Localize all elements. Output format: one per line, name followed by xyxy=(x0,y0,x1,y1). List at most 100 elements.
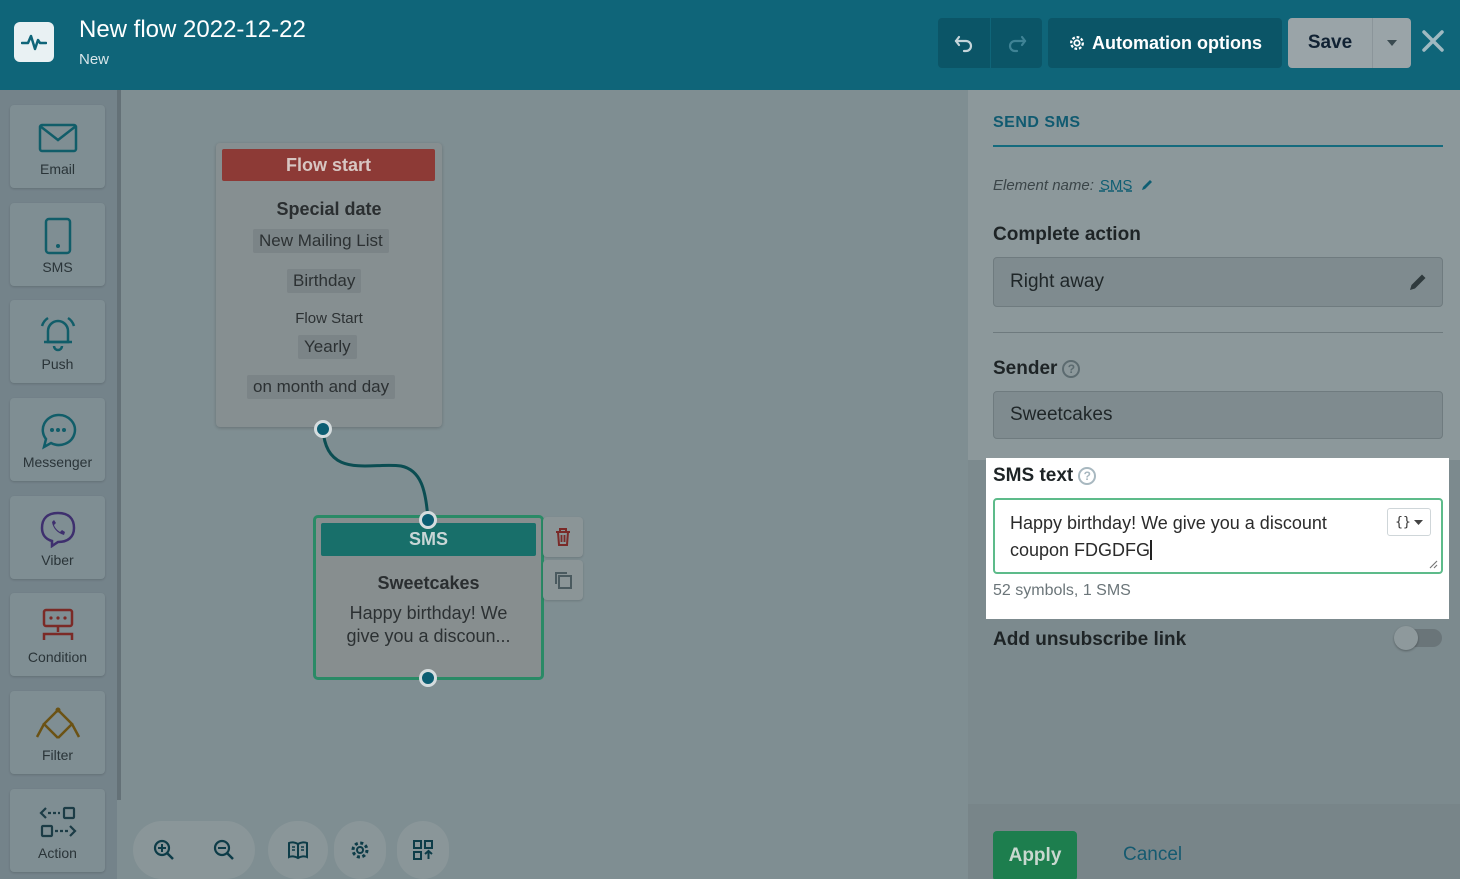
panel-title: SEND SMS xyxy=(993,114,1081,131)
sms-text-value: Happy birthday! We give you a discount c… xyxy=(1010,513,1327,560)
palette-messenger-label: Messenger xyxy=(22,453,93,470)
palette-email[interactable]: Email xyxy=(10,105,105,188)
phone-icon xyxy=(44,215,72,257)
canvas-settings-button[interactable] xyxy=(334,821,386,879)
flow-start-node[interactable]: Flow start Special date New Mailing List… xyxy=(216,143,442,427)
element-name-label: Element name: xyxy=(993,177,1094,194)
sms-text-input[interactable]: Happy birthday! We give you a discount c… xyxy=(993,498,1443,574)
panel-title-underline xyxy=(993,145,1443,147)
complete-action-field[interactable]: Right away xyxy=(993,257,1443,307)
unsubscribe-toggle[interactable] xyxy=(1394,626,1442,650)
sms-node-preview: Happy birthday! We give you a discoun... xyxy=(346,603,511,646)
element-name-value[interactable]: SMS xyxy=(1100,177,1133,194)
zoom-out-button[interactable] xyxy=(194,821,254,879)
flow-start-list-chip: New Mailing List xyxy=(253,229,389,253)
sms-node-sender: Sweetcakes xyxy=(377,573,480,593)
palette-action[interactable]: Action xyxy=(10,789,105,872)
palette-push-label: Push xyxy=(41,355,74,372)
chat-icon xyxy=(39,410,77,452)
palette-email-label: Email xyxy=(39,160,75,177)
sender-field[interactable]: Sweetcakes xyxy=(993,391,1443,439)
toggle-knob xyxy=(1394,626,1418,650)
action-icon xyxy=(38,801,78,843)
palette-messenger[interactable]: Messenger xyxy=(10,398,105,481)
condition-icon xyxy=(38,605,78,647)
help-icon[interactable]: ? xyxy=(1062,360,1081,378)
edit-pencil-icon[interactable] xyxy=(1408,272,1428,292)
text-cursor xyxy=(1150,540,1152,560)
sms-text-section: SMS text? Happy birthday! We give you a … xyxy=(986,458,1449,619)
zoom-in-icon xyxy=(153,839,174,860)
section-divider xyxy=(993,332,1443,333)
trash-icon xyxy=(556,528,570,546)
gear-icon xyxy=(1070,36,1084,50)
resize-handle-icon[interactable] xyxy=(1429,560,1438,569)
zoom-in-button[interactable] xyxy=(134,821,194,879)
flow-start-match-chip: on month and day xyxy=(247,375,396,399)
sender-label-row: Sender? xyxy=(993,358,1081,380)
flow-start-start-label: Flow Start xyxy=(295,310,363,327)
copy-icon xyxy=(555,572,572,589)
complete-action-value: Right away xyxy=(1010,271,1104,292)
palette-filter[interactable]: Filter xyxy=(10,691,105,774)
save-split-button: Save xyxy=(1288,18,1411,68)
pencil-icon[interactable] xyxy=(1140,178,1154,192)
delete-node-button[interactable] xyxy=(543,517,583,557)
bell-icon xyxy=(38,312,78,354)
complete-action-label: Complete action xyxy=(993,224,1141,245)
pulse-logo-icon[interactable] xyxy=(14,22,54,62)
save-dropdown-button[interactable] xyxy=(1373,18,1411,68)
redo-icon xyxy=(1008,35,1026,53)
sms-symbol-counter: 52 symbols, 1 SMS xyxy=(993,582,1131,599)
viber-icon xyxy=(39,508,77,550)
zoom-out-icon xyxy=(213,839,234,860)
book-icon xyxy=(288,841,308,860)
close-icon xyxy=(1422,30,1444,52)
palette-sms-label: SMS xyxy=(42,258,73,275)
sms-text-label: SMS text xyxy=(993,465,1074,486)
email-icon xyxy=(38,117,78,159)
panel-footer: Apply Cancel xyxy=(968,804,1460,879)
sender-value: Sweetcakes xyxy=(1010,404,1113,425)
flow-title[interactable]: New flow 2022-12-22 xyxy=(79,16,306,44)
flow-start-header: Flow start xyxy=(222,149,435,181)
palette-condition[interactable]: Condition xyxy=(10,593,105,676)
cancel-button[interactable]: Cancel xyxy=(1123,844,1182,866)
braces-icon: {} xyxy=(1395,514,1411,530)
settings-gear-icon xyxy=(351,841,369,859)
palette-sms[interactable]: SMS xyxy=(10,203,105,286)
undo-redo-group xyxy=(938,18,1042,68)
guide-button[interactable] xyxy=(268,821,328,879)
undo-icon xyxy=(954,35,973,53)
flow-start-output-port[interactable] xyxy=(314,420,332,438)
help-icon[interactable]: ? xyxy=(1078,467,1097,485)
undo-button[interactable] xyxy=(938,18,990,68)
close-button[interactable] xyxy=(1419,26,1447,56)
sms-node-output-port[interactable] xyxy=(419,669,437,687)
automation-options-button[interactable]: Automation options xyxy=(1048,18,1282,68)
save-button[interactable]: Save xyxy=(1288,18,1373,68)
sms-node-input-port[interactable] xyxy=(419,511,437,529)
caret-down-icon xyxy=(1413,519,1423,525)
sender-label: Sender xyxy=(993,358,1058,379)
palette-push[interactable]: Push xyxy=(10,300,105,383)
layout-button[interactable] xyxy=(397,821,449,879)
palette-condition-label: Condition xyxy=(27,648,88,665)
palette-filter-label: Filter xyxy=(41,746,74,763)
apply-button[interactable]: Apply xyxy=(993,831,1077,879)
unsubscribe-label: Add unsubscribe link xyxy=(993,629,1187,650)
caret-down-icon xyxy=(1387,40,1397,46)
palette-viber-label: Viber xyxy=(41,551,74,568)
sms-node[interactable]: SMS Sweetcakes Happy birthday! We give y… xyxy=(313,515,544,680)
duplicate-node-button[interactable] xyxy=(543,560,583,600)
flow-status: New xyxy=(79,51,110,68)
top-bar: New flow 2022-12-22 New Automation optio… xyxy=(0,0,1460,90)
insert-variable-button[interactable]: {} xyxy=(1387,508,1431,536)
element-name-row: Element name: SMS xyxy=(993,177,1154,194)
flow-start-type: Special date xyxy=(276,199,382,219)
redo-button[interactable] xyxy=(990,18,1042,68)
palette-viber[interactable]: Viber xyxy=(10,496,105,579)
grid-layout-icon xyxy=(413,840,433,860)
zoom-controls xyxy=(133,821,255,879)
filter-icon xyxy=(34,703,82,745)
